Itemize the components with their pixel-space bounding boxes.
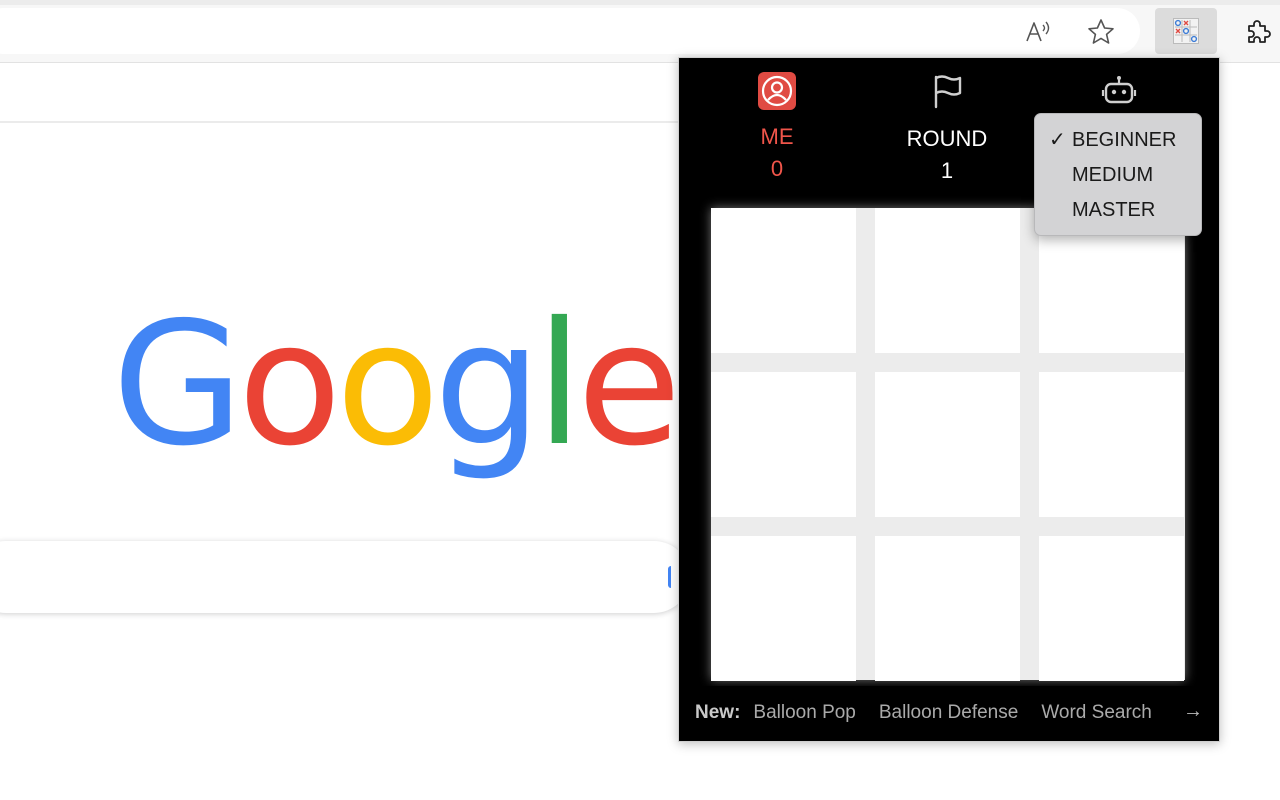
option-label: BEGINNER <box>1072 129 1177 151</box>
tab-strip-edge <box>0 0 1280 5</box>
player-label: ME <box>760 124 794 149</box>
game-board <box>711 208 1185 681</box>
difficulty-option-beginner[interactable]: ✓ BEGINNER <box>1049 125 1199 155</box>
microphone-icon[interactable] <box>668 566 677 588</box>
flag-icon <box>927 72 967 112</box>
new-games-footer: New: Balloon Pop Balloon Defense Word Se… <box>679 686 1203 740</box>
puzzle-icon[interactable] <box>1240 15 1274 49</box>
board-cell[interactable] <box>1039 536 1184 681</box>
checkmark-icon: ✓ <box>1049 129 1066 151</box>
round-label: ROUND <box>906 126 988 151</box>
address-bar[interactable] <box>0 8 1140 54</box>
round-value: 1 <box>940 158 954 183</box>
difficulty-option-master[interactable]: MASTER <box>1049 195 1199 225</box>
star-icon[interactable] <box>1085 16 1117 48</box>
bot-difficulty[interactable] <box>1049 72 1189 112</box>
option-label: MASTER <box>1072 199 1156 221</box>
board-cell[interactable] <box>711 372 856 517</box>
difficulty-menu: ✓ BEGINNER MEDIUM MASTER <box>1034 113 1202 236</box>
page-header-divider <box>0 121 700 123</box>
board-cell[interactable] <box>875 208 1020 353</box>
user-circle-icon <box>758 72 796 110</box>
board-cell[interactable] <box>711 536 856 681</box>
tic-tac-toe-extension-icon <box>1173 18 1199 44</box>
robot-icon[interactable] <box>1099 72 1139 112</box>
logo-letter: l <box>535 286 583 484</box>
player-score-value: 0 <box>770 156 784 181</box>
logo-letter: o <box>237 286 342 484</box>
board-cell[interactable] <box>1039 372 1184 517</box>
logo-letter: g <box>433 286 542 484</box>
option-label: MEDIUM <box>1072 164 1154 186</box>
arrow-right-icon[interactable]: → <box>1183 700 1203 723</box>
difficulty-option-medium[interactable]: MEDIUM <box>1049 160 1199 190</box>
player-score: ME 0 <box>707 72 847 182</box>
link-balloon-defense[interactable]: Balloon Defense <box>879 702 1018 724</box>
read-aloud-icon[interactable] <box>1022 16 1054 48</box>
board-cell[interactable] <box>711 208 856 353</box>
round-indicator: ROUND 1 <box>877 72 1017 184</box>
google-search-box[interactable] <box>0 541 690 613</box>
board-cell[interactable] <box>875 536 1020 681</box>
link-balloon-pop[interactable]: Balloon Pop <box>753 702 855 724</box>
google-logo: Google <box>112 286 682 484</box>
board-cell[interactable] <box>875 372 1020 517</box>
browser-toolbar <box>0 0 1280 63</box>
link-word-search[interactable]: Word Search <box>1041 702 1152 724</box>
logo-letter: o <box>335 286 440 484</box>
logo-letter: G <box>112 286 244 484</box>
new-label: New: <box>695 702 741 723</box>
tic-tac-toe-extension-button[interactable] <box>1155 8 1217 54</box>
logo-letter: e <box>576 286 682 484</box>
